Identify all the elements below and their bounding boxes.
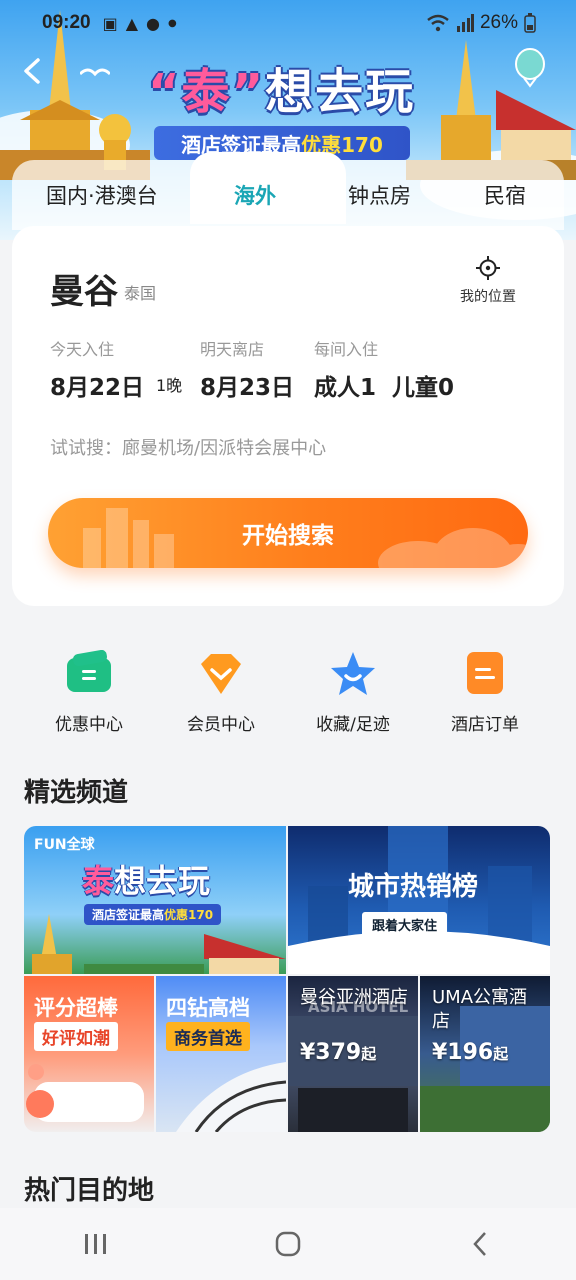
destination-city[interactable]: 曼谷 — [50, 264, 118, 313]
checkout-date[interactable]: 8月23日 — [200, 368, 294, 402]
channel-high-rating[interactable]: 评分超棒 好评如潮 — [24, 976, 154, 1132]
dot-icon: ● — [168, 17, 177, 29]
quick-coupon-label: 优惠中心 — [55, 715, 123, 735]
channel-thailand-promo[interactable]: FUN全球 泰想去玩 酒店签证最高优惠170 — [24, 826, 286, 974]
status-time: 09:20 — [42, 12, 91, 33]
start-search-button[interactable]: 开始搜索 — [48, 498, 528, 568]
hot-destinations-title: 热门目的地 — [24, 1176, 155, 1206]
quick-coupon-center[interactable]: 优惠中心 — [24, 649, 154, 735]
promo-title-quote: “ — [148, 64, 182, 120]
quick-member-center[interactable]: 会员中心 — [156, 650, 286, 735]
thai-tile-title: 泰想去玩 — [82, 856, 210, 902]
my-location-button[interactable]: 我的位置 — [456, 256, 520, 306]
recent-apps-icon — [85, 1234, 106, 1254]
back-button[interactable] — [18, 56, 48, 86]
home-button[interactable] — [258, 1219, 318, 1269]
star-icon — [331, 652, 375, 695]
bird-icon — [80, 68, 110, 77]
hotel-price: ¥196起 — [432, 1040, 508, 1065]
search-card: 曼谷 泰国 我的位置 今天入住 8月22日 1晚 明天离店 8月23日 每间入住… — [12, 226, 564, 606]
children-count: 儿童0 — [392, 375, 455, 401]
hotel-price-unit: 起 — [361, 1045, 377, 1063]
checkout-label: 明天离店 — [200, 340, 265, 359]
bulb-icon: ● — [146, 13, 161, 33]
nights-count: 1晚 — [156, 376, 183, 395]
quick-hotel-orders[interactable]: 酒店订单 — [420, 650, 550, 735]
hotel-price-value: ¥196 — [432, 1040, 494, 1065]
tab-overseas[interactable]: 海外 — [234, 180, 276, 210]
tab-hourly[interactable]: 钟点房 — [348, 180, 411, 210]
fun-global-brand: FUN全球 — [34, 837, 95, 853]
business-tile-subtitle: 商务首选 — [166, 1022, 250, 1051]
tab-homestay[interactable]: 民宿 — [484, 180, 526, 210]
thai-temple-illustration — [32, 914, 286, 974]
adults-count: 成人1 — [314, 375, 377, 401]
channel-hotel-uma[interactable]: UMA公寓酒店 ¥196起 — [420, 976, 550, 1132]
system-back-button[interactable] — [450, 1219, 510, 1269]
thai-tile-tai: 泰 — [82, 862, 115, 900]
destination-country: 泰国 — [124, 284, 157, 303]
quick-favorites[interactable]: 收藏/足迹 — [288, 650, 418, 735]
category-tabs: 国内·港澳台 海外 钟点房 民宿 — [12, 152, 564, 230]
temple-illustration-right — [406, 40, 576, 180]
crosshair-icon — [476, 256, 500, 280]
start-search-label: 开始搜索 — [242, 523, 334, 549]
hotel-price-value: ¥379 — [300, 1040, 362, 1065]
channels-section-title: 精选频道 — [24, 778, 129, 808]
recent-apps-button[interactable] — [66, 1219, 126, 1269]
checkin-label: 今天入住 — [50, 340, 115, 359]
quick-member-label: 会员中心 — [187, 715, 255, 735]
building-illustration — [176, 1062, 286, 1132]
promo-title: “泰”想去玩 — [148, 52, 418, 122]
city-hot-title: 城市热销榜 — [348, 872, 479, 902]
rating-tile-title: 评分超棒 — [34, 996, 118, 1020]
signal-icon — [456, 14, 474, 32]
promo-title-quote: ” — [231, 64, 266, 120]
system-nav-bar — [0, 1208, 576, 1280]
gallery-icon: ▣ — [102, 13, 118, 33]
channel-hotel-asia[interactable]: ASIA HOTEL 曼谷亚洲酒店 ¥379起 — [288, 976, 418, 1132]
channel-business[interactable]: 四钻高档 商务首选 — [156, 976, 286, 1132]
quick-orders-label: 酒店订单 — [451, 715, 519, 735]
checkin-date[interactable]: 8月22日 — [50, 368, 144, 402]
guests-label: 每间入住 — [314, 340, 379, 359]
hotel-name: 曼谷亚洲酒店 — [300, 987, 408, 1008]
alert-icon: ▲ — [125, 13, 139, 33]
business-tile-title: 四钻高档 — [166, 996, 250, 1020]
order-icon — [467, 652, 503, 694]
balloon-icon[interactable] — [512, 48, 548, 88]
tab-domestic[interactable]: 国内·港澳台 — [46, 180, 158, 210]
diamond-icon — [201, 654, 241, 694]
wifi-icon — [427, 14, 449, 32]
thai-tile-rest: 想去玩 — [114, 862, 211, 900]
hotel-price-unit: 起 — [493, 1045, 509, 1063]
skyline-decoration — [83, 508, 174, 568]
pillow-illustration — [26, 1064, 144, 1122]
city-hot-subtitle: 跟着大家住 — [362, 912, 448, 937]
rating-tile-subtitle: 好评如潮 — [34, 1022, 118, 1051]
chevron-left-icon — [473, 1232, 486, 1256]
hotel-name: UMA公寓酒店 — [432, 987, 528, 1032]
promo-title-tai: 泰 — [181, 64, 232, 120]
channel-city-hot[interactable]: 城市热销榜 跟着大家住 — [288, 826, 550, 974]
hotel-price: ¥379起 — [300, 1040, 376, 1065]
promo-title-rest: 想去玩 — [265, 64, 416, 120]
search-suggestion[interactable]: 试试搜：廊曼机场/因派特会展中心 — [50, 434, 326, 460]
home-icon — [275, 1231, 301, 1257]
guests-selector[interactable]: 成人1 儿童0 — [314, 368, 454, 402]
status-bar: 09:20 ▣ ▲ ● ● 26% — [0, 0, 576, 46]
cloud-decoration — [378, 528, 528, 568]
battery-percent: 26% — [479, 12, 518, 33]
battery-icon — [524, 13, 536, 33]
quick-favorites-label: 收藏/足迹 — [316, 715, 390, 735]
coupon-icon — [67, 649, 111, 692]
my-location-label: 我的位置 — [460, 289, 516, 305]
